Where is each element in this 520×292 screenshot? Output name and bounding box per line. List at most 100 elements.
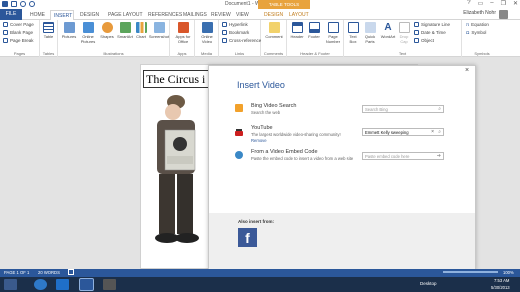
facebook-button[interactable]: f	[238, 228, 257, 247]
header-icon	[291, 22, 303, 33]
clock-time[interactable]: 7:53 AM	[494, 278, 509, 283]
youtube-search-input[interactable]: Emmett Kelly sweeping × ⌕	[362, 128, 444, 136]
proofing-icon[interactable]	[68, 269, 74, 275]
insert-arrow-icon[interactable]: ➔	[437, 153, 441, 160]
calendar-icon	[414, 30, 419, 35]
online-pictures-button[interactable]: Online Pictures	[79, 22, 97, 44]
outlook-icon[interactable]	[56, 279, 69, 290]
cover-page-button[interactable]: Cover Page	[3, 22, 34, 27]
online-pictures-icon	[82, 22, 94, 33]
signature-line-button[interactable]: Signature Line	[414, 22, 450, 27]
page-count[interactable]: PAGE 1 OF 1	[4, 270, 29, 275]
redo-icon[interactable]	[29, 1, 35, 7]
youtube-icon	[235, 129, 243, 136]
minimize-icon[interactable]: –	[490, 0, 493, 7]
word-icon[interactable]	[79, 278, 94, 291]
omega-icon: Ω	[466, 30, 470, 35]
search-icon[interactable]: ⌕	[438, 106, 441, 113]
save-icon[interactable]	[11, 1, 17, 7]
comment-button[interactable]: Comment	[264, 22, 284, 39]
search-icon[interactable]: ⌕	[438, 129, 441, 136]
clock-date[interactable]: 5/30/2013	[491, 285, 510, 290]
cross-reference-button[interactable]: Cross-reference	[222, 38, 261, 43]
tab-review[interactable]: REVIEW	[208, 10, 234, 20]
drop-cap-button[interactable]: Drop Cap	[398, 22, 410, 44]
globe-icon	[235, 151, 243, 159]
restore-icon[interactable]: ❐	[501, 0, 506, 7]
group-apps: Apps for Office Apps	[170, 20, 195, 57]
start-icon[interactable]	[4, 279, 17, 290]
group-text: Text Box Quick Parts A WordArt Drop Cap S…	[344, 20, 462, 57]
group-pages: Cover Page Blank Page Page Break Pages	[0, 20, 40, 57]
table-cell-heading[interactable]: The Circus i	[143, 70, 211, 88]
tab-insert[interactable]: INSERT	[50, 10, 74, 20]
group-comments: Comment Comments	[261, 20, 287, 57]
hyperlink-icon	[222, 22, 227, 27]
tab-mailings[interactable]: MAILINGS	[180, 10, 210, 20]
object-icon	[414, 38, 419, 43]
avatar[interactable]	[499, 10, 508, 19]
shapes-button[interactable]: Shapes	[99, 22, 115, 39]
remove-link[interactable]: Remove	[251, 138, 267, 143]
tab-home[interactable]: HOME	[27, 10, 48, 20]
footer-icon	[308, 22, 320, 33]
quick-parts-button[interactable]: Quick Parts	[362, 22, 378, 44]
page-break-icon	[3, 38, 8, 43]
apps-icon	[177, 22, 189, 33]
group-header-footer: Header Footer Page Number Header & Foote…	[287, 20, 344, 57]
object-button[interactable]: Object	[414, 38, 434, 43]
undo-icon[interactable]	[20, 1, 26, 7]
date-time-button[interactable]: Date & Time	[414, 30, 446, 35]
page-number-button[interactable]: Page Number	[323, 22, 343, 44]
wordart-button[interactable]: A WordArt	[380, 22, 396, 39]
screenshot-button[interactable]: Screenshot	[148, 22, 170, 39]
screenshot-icon	[153, 22, 165, 33]
pictures-button[interactable]: Pictures	[61, 22, 77, 39]
word-count[interactable]: 20 WORDS	[38, 270, 60, 275]
online-video-button[interactable]: Online Video	[198, 22, 216, 44]
page-break-button[interactable]: Page Break	[3, 38, 34, 43]
wordart-icon: A	[384, 22, 392, 33]
group-media: Online Video Media	[195, 20, 219, 57]
tab-table-layout[interactable]: LAYOUT	[286, 10, 312, 20]
text-box-button[interactable]: Text Box	[346, 22, 360, 44]
header-button[interactable]: Header	[289, 22, 305, 39]
apps-for-office-button[interactable]: Apps for Office	[173, 22, 193, 44]
pi-icon: π	[466, 22, 470, 27]
equation-button[interactable]: π Equation	[466, 22, 489, 27]
ribbon-options-icon[interactable]: ▭	[478, 0, 484, 7]
table-button[interactable]: Table	[43, 22, 54, 39]
cover-page-icon	[3, 22, 8, 27]
chart-button[interactable]: Chart	[135, 22, 147, 39]
help-icon[interactable]: ?	[467, 0, 470, 7]
bookmark-button[interactable]: Bookmark	[222, 30, 249, 35]
quick-parts-icon	[364, 22, 376, 33]
zoom-level[interactable]: 100%	[503, 270, 514, 275]
tab-design[interactable]: DESIGN	[77, 10, 102, 20]
hyperlink-button[interactable]: Hyperlink	[222, 22, 248, 27]
footer-button[interactable]: Footer	[306, 22, 322, 39]
close-window-icon[interactable]: ✕	[513, 0, 518, 7]
clown-photo[interactable]	[143, 88, 209, 248]
smartart-icon	[119, 22, 131, 33]
clear-icon[interactable]: ×	[431, 129, 434, 136]
blank-page-button[interactable]: Blank Page	[3, 30, 33, 35]
ie-icon[interactable]	[34, 279, 47, 290]
embed-code-input[interactable]: Paste embed code here ➔	[362, 152, 444, 160]
tab-view[interactable]: VIEW	[233, 10, 252, 20]
desktop-label[interactable]: Desktop	[420, 281, 437, 286]
signature-line-icon	[414, 22, 419, 27]
bing-subtitle: Search the web	[251, 110, 281, 115]
app-icon[interactable]	[103, 279, 116, 290]
close-icon[interactable]: ×	[465, 67, 469, 74]
tab-file[interactable]: FILE	[0, 9, 22, 20]
smartart-button[interactable]: SmartArt	[116, 22, 134, 39]
bing-search-input[interactable]: Search Bing ⌕	[362, 105, 444, 113]
pictures-icon	[63, 22, 75, 33]
zoom-slider[interactable]	[443, 271, 498, 273]
chart-icon	[135, 22, 147, 33]
user-name[interactable]: Elizabeth Nohr	[463, 10, 496, 16]
tab-table-design[interactable]: DESIGN	[261, 10, 286, 20]
symbol-button[interactable]: Ω Symbol	[466, 30, 486, 35]
tab-page-layout[interactable]: PAGE LAYOUT	[105, 10, 146, 20]
